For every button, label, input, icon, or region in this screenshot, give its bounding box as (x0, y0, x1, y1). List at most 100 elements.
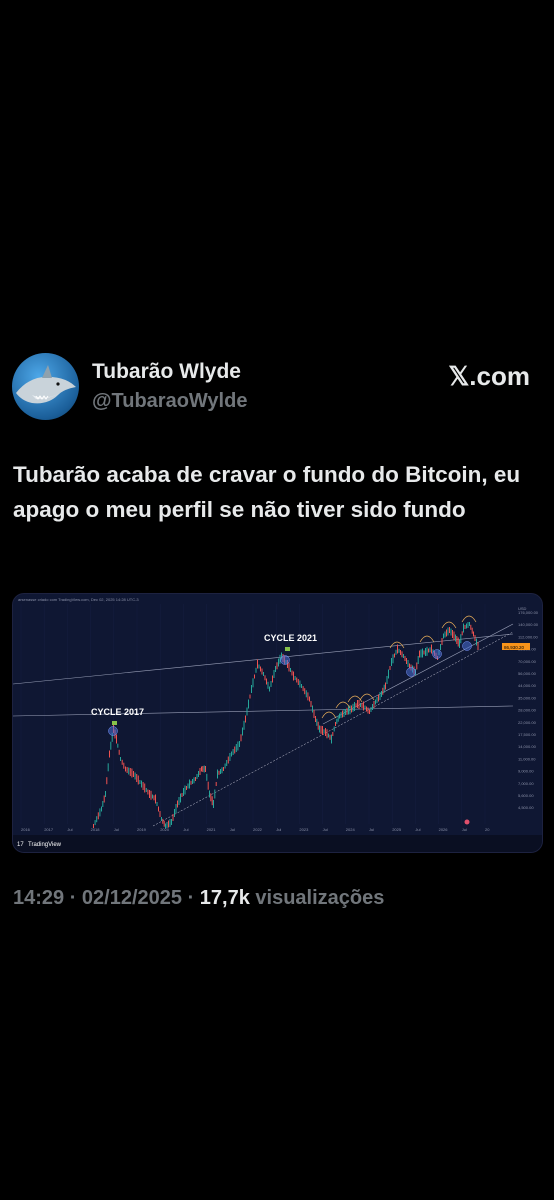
shark-avatar-icon[interactable] (12, 353, 79, 420)
candle (423, 650, 425, 655)
x-tick-label: Jul (114, 827, 119, 832)
candle (276, 662, 278, 670)
candle (186, 786, 187, 790)
candle (231, 751, 232, 757)
candle (470, 624, 472, 630)
candle (419, 650, 420, 658)
candle (221, 767, 223, 774)
candle (459, 640, 460, 648)
candle (109, 750, 110, 758)
candle (267, 681, 269, 689)
candle (428, 648, 429, 653)
x-tick-label: 2020 (160, 827, 170, 832)
candle (417, 656, 419, 664)
author-handle[interactable]: @TubaraoWylde (92, 390, 247, 413)
candle (240, 734, 242, 742)
candle (270, 681, 272, 687)
candle (293, 671, 294, 681)
candle (388, 669, 389, 679)
annotation-cycle-2021: CYCLE 2021 (264, 633, 317, 643)
x-tick-label: Jul (323, 827, 328, 832)
x-tick-label: 2023 (299, 827, 309, 832)
trend-line-dashed (152, 631, 514, 827)
chart-image[interactable]: arsenasse criado com TradingView.com, De… (12, 593, 543, 853)
candle (310, 701, 312, 707)
y-tick-label: 70,000.00 (518, 659, 537, 664)
candle (294, 676, 296, 680)
candle (128, 767, 130, 775)
candle (152, 794, 153, 799)
x-tick-label: 2026 (439, 827, 449, 832)
tweet-meta: 14:29 · 02/12/2025 · 17,7k visualizações (13, 887, 384, 910)
candle (340, 712, 342, 718)
candle (141, 780, 142, 788)
candle (229, 753, 231, 761)
candle (107, 763, 109, 772)
top-arc (347, 695, 363, 703)
candle (382, 687, 384, 695)
y-tick-label: 56,000.00 (518, 671, 537, 676)
candle (343, 709, 345, 717)
bottom-markers (108, 641, 472, 736)
candle (101, 806, 102, 812)
candle (349, 705, 351, 715)
candle (367, 707, 369, 714)
candle (457, 637, 459, 647)
candle (376, 697, 378, 703)
candle (192, 779, 193, 784)
flag-2021-icon (285, 647, 290, 651)
candle (214, 789, 216, 799)
x-tick-label: 2025 (392, 827, 402, 832)
author-name[interactable]: Tubarão Wlyde (92, 360, 241, 384)
cycle-bottom-marker (108, 726, 118, 736)
candle (446, 629, 447, 637)
candle (425, 648, 426, 656)
candle (215, 782, 217, 786)
candle (246, 707, 248, 716)
candle (395, 649, 397, 655)
candle (355, 703, 357, 708)
candle (199, 768, 201, 775)
y-tick-label: 5,600.00 (518, 793, 534, 798)
candle (469, 622, 470, 626)
tweet-timestamp[interactable]: 14:29 · 02/12/2025 · (13, 887, 200, 909)
candle (288, 662, 290, 672)
candle (223, 767, 224, 771)
candle (474, 635, 476, 641)
candle (159, 811, 161, 817)
candle (187, 783, 189, 789)
chart-header-text: arsenasse criado com TradingView.com, De… (18, 597, 139, 602)
candle (149, 790, 150, 798)
candle (162, 818, 164, 824)
x-tick-label: 2021 (207, 827, 217, 832)
candle (420, 649, 422, 658)
candle (254, 674, 255, 679)
candle (263, 672, 264, 676)
candle (464, 625, 466, 629)
candles (93, 622, 479, 829)
cycle-bottom-marker (432, 649, 442, 659)
candle (407, 660, 409, 667)
candle (245, 715, 246, 723)
candle (105, 791, 106, 797)
candle (471, 627, 473, 634)
x-tick-label: Jul (369, 827, 374, 832)
current-price-label: 86,930.20 (504, 645, 525, 650)
candle (328, 733, 329, 738)
candle (99, 808, 101, 817)
candle (370, 707, 372, 712)
candle (305, 690, 307, 698)
candle (218, 770, 220, 775)
candle (184, 785, 186, 795)
candle (142, 782, 144, 790)
candle (118, 749, 120, 755)
candle (381, 691, 382, 697)
y-tick-label: 22,000.00 (518, 720, 537, 725)
candle (129, 768, 131, 776)
candle (239, 741, 240, 747)
top-arc (461, 615, 477, 623)
candle (217, 769, 218, 779)
y-axis-labels: 176,000.00140,000.00112,000.0088,000.007… (518, 610, 539, 810)
tweet-text: Tubarão acaba de cravar o fundo do Bitco… (13, 462, 521, 522)
candle (203, 765, 205, 773)
